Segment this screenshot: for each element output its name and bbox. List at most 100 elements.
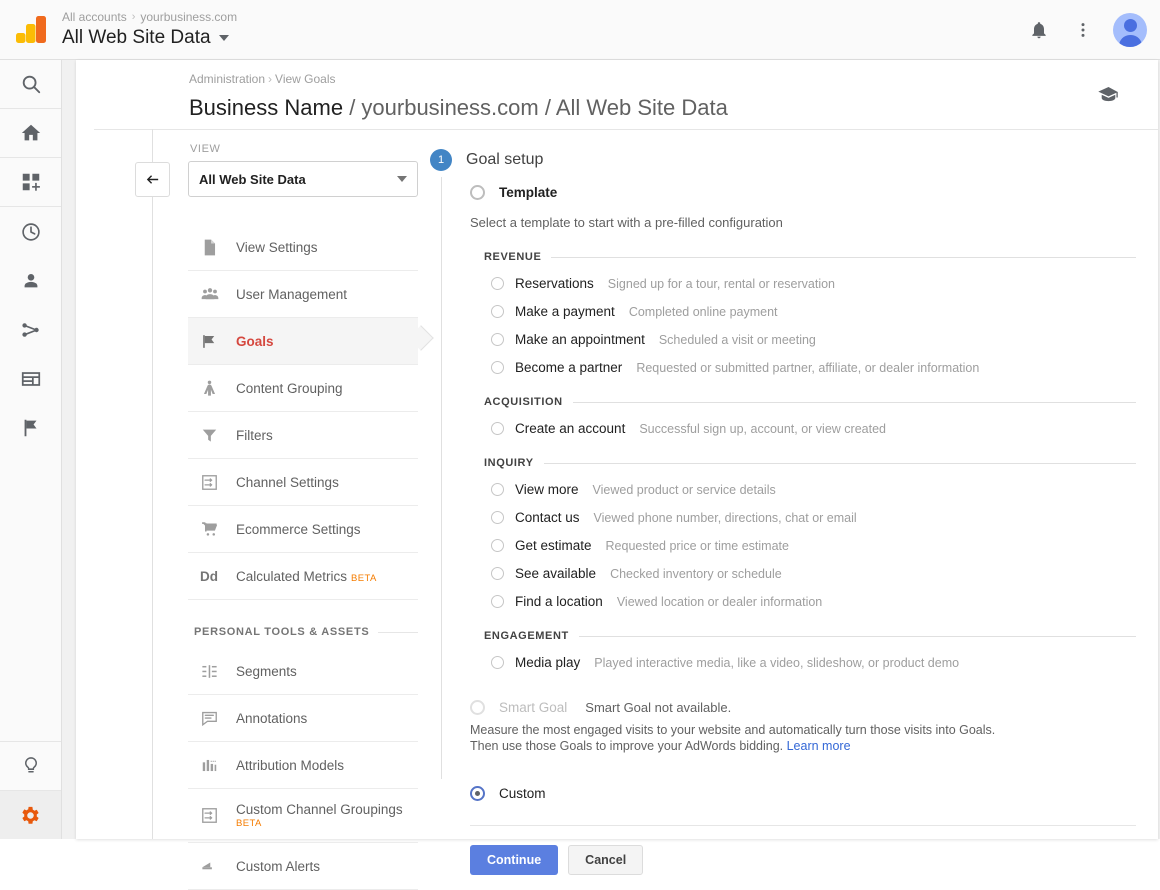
actions-row: Continue Cancel: [470, 826, 1136, 875]
group-title: ACQUISITION: [484, 396, 563, 408]
google-analytics-logo[interactable]: [0, 0, 62, 60]
sidebar-item-calculated-metrics[interactable]: Dd Calculated Metrics BETA: [188, 553, 418, 600]
template-option-radio[interactable]: [491, 305, 504, 318]
custom-alerts-icon: [194, 857, 236, 876]
custom-option-row[interactable]: Custom: [470, 786, 1136, 801]
sidebar-item-label: Annotations: [236, 710, 308, 726]
sidebar-item-label: Content Grouping: [236, 380, 343, 396]
template-option-media-play[interactable]: Media play Played interactive media, lik…: [484, 655, 1136, 670]
rail-item-discover[interactable]: [0, 741, 61, 790]
template-option-radio[interactable]: [491, 483, 504, 496]
sidebar-item-filters[interactable]: Filters: [188, 412, 418, 459]
smart-goal-label: Smart Goal: [499, 700, 568, 715]
group-rule: [543, 462, 1136, 464]
sidebar-item-view-settings[interactable]: View Settings: [188, 224, 418, 271]
template-radio[interactable]: [470, 185, 485, 200]
learn-more-link[interactable]: Learn more: [787, 739, 851, 753]
smart-goal-radio: [470, 700, 485, 715]
template-option-radio[interactable]: [491, 656, 504, 669]
template-option-radio[interactable]: [491, 361, 504, 374]
panel-header: Administration › View Goals Business Name …: [76, 60, 1158, 129]
template-option-row[interactable]: Template: [470, 185, 1136, 200]
template-option-reservations[interactable]: Reservations Signed up for a tour, renta…: [484, 276, 1136, 291]
template-label: Template: [499, 185, 558, 200]
sidebar-item-ecommerce-settings[interactable]: Ecommerce Settings: [188, 506, 418, 553]
step-badge: 1: [430, 149, 452, 171]
template-option-make-an-appointment[interactable]: Make an appointment Scheduled a visit or…: [484, 332, 1136, 347]
sidebar-item-goals[interactable]: Goals: [188, 318, 418, 365]
cancel-button[interactable]: Cancel: [568, 845, 644, 875]
template-option-name: Create an account: [515, 421, 626, 436]
flag-icon: [194, 332, 236, 351]
template-option-radio[interactable]: [491, 567, 504, 580]
rail-item-behavior[interactable]: [0, 354, 61, 403]
custom-radio[interactable]: [470, 786, 485, 801]
template-option-radio[interactable]: [491, 539, 504, 552]
sidebar-item-user-management[interactable]: User Management: [188, 271, 418, 318]
sidebar-item-custom-alerts[interactable]: Custom Alerts: [188, 843, 418, 890]
academy-button[interactable]: [1097, 86, 1120, 108]
breadcrumb-all-accounts[interactable]: All accounts: [62, 9, 127, 25]
group-header: REVENUE: [484, 251, 1136, 263]
view-title-dropdown[interactable]: All Web Site Data: [62, 26, 237, 50]
rail-item-acquisition[interactable]: [0, 305, 61, 354]
group-title: INQUIRY: [484, 457, 534, 469]
rail-item-audience[interactable]: [0, 256, 61, 305]
template-option-view-more[interactable]: View more Viewed product or service deta…: [484, 482, 1136, 497]
template-option-make-a-payment[interactable]: Make a payment Completed online payment: [484, 304, 1136, 319]
sidebar-item-segments[interactable]: Segments: [188, 648, 418, 695]
smart-goal-description: Measure the most engaged visits to your …: [470, 723, 1018, 754]
view-selector[interactable]: All Web Site Data: [188, 161, 418, 197]
content-grouping-icon: [194, 379, 236, 398]
breadcrumb-view-goals[interactable]: View Goals: [275, 72, 335, 86]
view-title-text: All Web Site Data: [62, 27, 211, 48]
sidebar-item-custom-channel-groupings[interactable]: Custom Channel Groupings BETA: [188, 789, 418, 843]
sidebar-item-label: Segments: [236, 663, 297, 679]
template-option-radio[interactable]: [491, 595, 504, 608]
template-option-name: Media play: [515, 655, 581, 670]
admin-panel: Administration › View Goals Business Name …: [76, 60, 1158, 890]
template-option-name: Find a location: [515, 594, 603, 609]
sidebar-item-label: View Settings: [236, 239, 318, 255]
graduation-cap-icon: [1098, 86, 1118, 102]
rail-item-home[interactable]: [0, 109, 61, 158]
page-title-path: / yourbusiness.com / All Web Site Data: [343, 95, 728, 120]
rail-item-customization[interactable]: [0, 158, 61, 207]
notifications-button[interactable]: [1019, 10, 1059, 50]
rail-item-admin[interactable]: [0, 790, 61, 839]
template-option-radio[interactable]: [491, 511, 504, 524]
sidebar-item-channel-settings[interactable]: Channel Settings: [188, 459, 418, 506]
more-options-button[interactable]: [1063, 10, 1103, 50]
top-breadcrumb: All accounts › yourbusiness.com: [62, 9, 237, 25]
chevron-down-icon: [218, 35, 229, 41]
sidebar-item-label-text: Calculated Metrics: [236, 568, 348, 584]
template-option-name: Make an appointment: [515, 332, 645, 347]
template-option-become-a-partner[interactable]: Become a partner Requested or submitted …: [484, 360, 1136, 375]
template-option-create-an-account[interactable]: Create an account Successful sign up, ac…: [484, 421, 1136, 436]
avatar[interactable]: [1113, 12, 1147, 47]
rail-item-realtime[interactable]: [0, 207, 61, 256]
template-option-name: See available: [515, 566, 597, 581]
template-option-radio[interactable]: [491, 277, 504, 290]
template-option-find-a-location[interactable]: Find a location Viewed location or deale…: [484, 594, 1136, 609]
sidebar-item-content-grouping[interactable]: Content Grouping: [188, 365, 418, 412]
template-option-radio[interactable]: [491, 422, 504, 435]
smart-goal-row: Smart Goal Smart Goal not available.: [470, 700, 1136, 715]
template-option-contact-us[interactable]: Contact us Viewed phone number, directio…: [484, 510, 1136, 525]
sidebar-item-attribution-models[interactable]: Attribution Models: [188, 742, 418, 789]
rail-item-search[interactable]: [0, 60, 61, 109]
google-analytics-logo-glyph: [16, 15, 46, 43]
sidebar-item-annotations[interactable]: Annotations: [188, 695, 418, 742]
template-option-radio[interactable]: [491, 333, 504, 346]
breadcrumb-administration[interactable]: Administration: [189, 72, 265, 86]
template-option-desc: Signed up for a tour, rental or reservat…: [607, 276, 836, 291]
template-group-revenue: REVENUE Reservations Signed up for a tou…: [470, 251, 1136, 375]
rail-item-conversions[interactable]: [0, 403, 61, 452]
template-option-get-estimate[interactable]: Get estimate Requested price or time est…: [484, 538, 1136, 553]
document-icon: [194, 238, 236, 257]
collapse-nav-button[interactable]: [135, 162, 170, 197]
continue-button[interactable]: Continue: [470, 845, 559, 875]
breadcrumb-account[interactable]: yourbusiness.com: [140, 9, 237, 25]
sidebar-item-label: User Management: [236, 286, 348, 302]
template-option-see-available[interactable]: See available Checked inventory or sched…: [484, 566, 1136, 581]
